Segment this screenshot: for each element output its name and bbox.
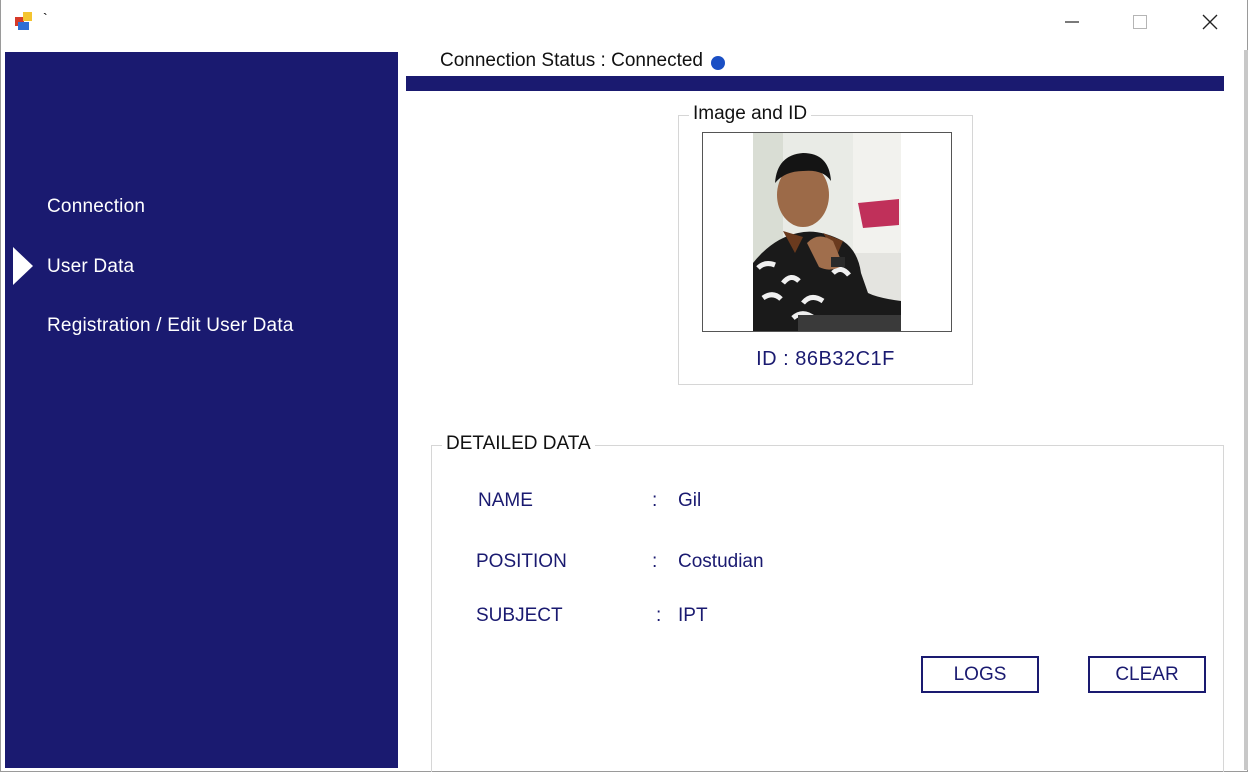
image-and-id-group: Image and ID ID: 86B32C1F: [678, 103, 973, 385]
clear-button[interactable]: CLEAR: [1088, 656, 1206, 693]
maximize-button[interactable]: [1105, 0, 1175, 44]
image-group-legend: Image and ID: [689, 103, 812, 125]
window-title: `: [43, 10, 48, 26]
name-value: Gil: [678, 490, 702, 511]
maximize-icon: [1133, 15, 1147, 29]
minimize-button[interactable]: [1037, 0, 1107, 44]
detail-group-legend: DETAILED DATA: [442, 433, 595, 455]
sidebar-item-user-data[interactable]: User Data: [47, 256, 134, 278]
header-bar: [406, 76, 1224, 91]
detailed-data-group: DETAILED DATA NAME : Gil POSITION : Cost…: [431, 433, 1224, 772]
connection-status-text: Connection Status : Connected: [440, 50, 704, 71]
active-arrow-icon: [13, 247, 33, 285]
name-label: NAME: [478, 490, 533, 511]
close-icon: [1202, 14, 1218, 30]
sidebar: Connection User Data Registration / Edit…: [5, 52, 398, 768]
position-value: Costudian: [678, 551, 764, 572]
title-bar[interactable]: `: [1, 0, 1247, 46]
logs-button[interactable]: LOGS: [921, 656, 1039, 693]
sidebar-item-connection[interactable]: Connection: [47, 196, 145, 218]
app-window: ` Connection User Data Registration / Ed…: [0, 0, 1248, 772]
app-icon: [15, 12, 35, 32]
subject-colon: :: [656, 605, 662, 626]
status-dot-icon: [711, 55, 726, 70]
minimize-icon: [1065, 21, 1079, 23]
position-label: POSITION: [476, 551, 567, 572]
user-photo-image: [703, 133, 951, 331]
subject-value: IPT: [678, 605, 708, 626]
user-photo: [702, 132, 952, 332]
name-colon: :: [652, 490, 658, 511]
subject-label: SUBJECT: [476, 605, 563, 626]
user-id-label: ID : 86B32C1F: [756, 348, 895, 370]
close-button[interactable]: [1175, 0, 1245, 44]
sidebar-item-registration[interactable]: Registration / Edit User Data: [47, 315, 294, 337]
window-edge: [1244, 50, 1248, 770]
main-panel: Connection Status : Connected Image and …: [406, 46, 1244, 772]
connection-status: Connection Status : Connected: [440, 50, 726, 72]
position-colon: :: [652, 551, 658, 572]
